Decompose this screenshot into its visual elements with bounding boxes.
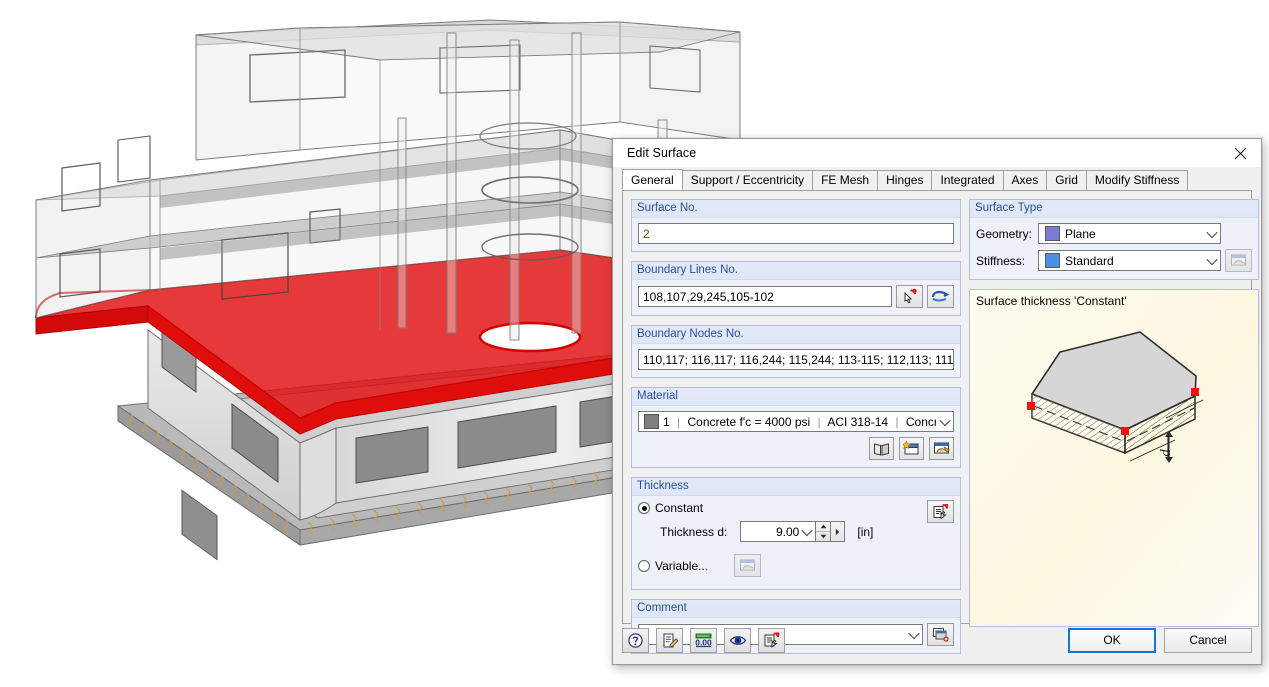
dialog-title: Edit Surface bbox=[627, 146, 696, 160]
spin-up-icon[interactable] bbox=[816, 522, 830, 532]
group-material: Material 1 | Concrete f'c = 4000 psi | A… bbox=[631, 387, 961, 468]
help-icon[interactable] bbox=[622, 628, 649, 653]
group-boundary-lines: Boundary Lines No. 108,107,29,245,105-10… bbox=[631, 261, 961, 316]
close-icon[interactable] bbox=[1219, 140, 1261, 167]
thickness-spin-buttons[interactable] bbox=[816, 521, 831, 542]
geometry-chevron-down-icon[interactable] bbox=[1203, 224, 1220, 243]
thickness-variable-radio[interactable]: Variable... bbox=[638, 559, 708, 573]
material-category: Concrete, Nor bbox=[906, 415, 936, 429]
tab-grid[interactable]: Grid bbox=[1046, 170, 1087, 190]
material-separator-1: | bbox=[673, 415, 684, 429]
thickness-d-label: Thickness d: bbox=[660, 525, 727, 539]
material-combo-value: 1 | Concrete f'c = 4000 psi | ACI 318-14… bbox=[663, 415, 936, 429]
tab-general[interactable]: General bbox=[622, 169, 683, 190]
dimension-label-d: d bbox=[1158, 449, 1174, 457]
edit-stiffness-icon[interactable] bbox=[1225, 249, 1252, 272]
tab-modify-stiffness[interactable]: Modify Stiffness bbox=[1086, 170, 1188, 190]
tab-axes[interactable]: Axes bbox=[1003, 170, 1048, 190]
edit-surface-dialog: Edit Surface General Support / Eccentric… bbox=[612, 138, 1262, 665]
tab-page-general: Surface No. 2 Boundary Lines No. 108,107… bbox=[622, 191, 1252, 624]
general-right-column: Surface Type Geometry: Plane bbox=[961, 191, 1267, 623]
thickness-constant-radio[interactable]: Constant bbox=[638, 501, 954, 515]
stiffness-label: Stiffness: bbox=[976, 254, 1038, 268]
thickness-info-icon[interactable] bbox=[927, 500, 954, 523]
tab-integrated[interactable]: Integrated bbox=[931, 170, 1003, 190]
edit-material-icon[interactable] bbox=[929, 437, 954, 460]
thickness-d-input[interactable]: 9.00 bbox=[740, 521, 816, 542]
thickness-d-value: 9.00 bbox=[745, 525, 799, 539]
thickness-preview-panel: Surface thickness 'Constant' bbox=[969, 289, 1259, 627]
cancel-button[interactable]: Cancel bbox=[1164, 628, 1252, 653]
material-separator-2: | bbox=[814, 415, 825, 429]
geometry-color-swatch bbox=[1045, 226, 1060, 241]
footer-tool-buttons: 0.00 bbox=[622, 628, 785, 653]
dialog-footer: 0.00 bbox=[622, 624, 1252, 656]
geometry-label: Geometry: bbox=[976, 227, 1038, 241]
boundary-lines-input[interactable]: 108,107,29,245,105-102 bbox=[638, 286, 892, 307]
group-surface-no: Surface No. 2 bbox=[631, 199, 961, 252]
stiffness-row: Stiffness: Standard bbox=[976, 249, 1252, 272]
group-label-material: Material bbox=[632, 388, 960, 406]
group-label-boundary-nodes: Boundary Nodes No. bbox=[632, 326, 960, 344]
surface-no-input[interactable]: 2 bbox=[638, 223, 954, 244]
radio-constant-indicator bbox=[638, 502, 650, 514]
stiffness-color-swatch bbox=[1045, 253, 1060, 268]
group-label-comment: Comment bbox=[632, 600, 960, 618]
chevron-down-icon[interactable] bbox=[936, 412, 953, 431]
new-material-icon[interactable] bbox=[899, 437, 924, 460]
select-object-icon[interactable] bbox=[927, 285, 954, 308]
edit-variable-icon[interactable] bbox=[734, 554, 761, 577]
general-left-column: Surface No. 2 Boundary Lines No. 108,107… bbox=[623, 191, 961, 623]
stiffness-value: Standard bbox=[1065, 254, 1203, 268]
tab-fe-mesh[interactable]: FE Mesh bbox=[812, 170, 878, 190]
thickness-more-icon[interactable] bbox=[831, 521, 845, 542]
svg-text:0.00: 0.00 bbox=[695, 637, 712, 647]
tab-support-eccentricity[interactable]: Support / Eccentricity bbox=[682, 170, 813, 190]
stiffness-chevron-down-icon[interactable] bbox=[1203, 251, 1220, 270]
group-boundary-nodes: Boundary Nodes No. 110,117; 116,117; 116… bbox=[631, 325, 961, 378]
boundary-nodes-input[interactable]: 110,117; 116,117; 116,244; 115,244; 113-… bbox=[638, 349, 954, 370]
material-number: 1 bbox=[663, 415, 670, 429]
info-select-icon[interactable] bbox=[758, 628, 785, 653]
thickness-unit-label: [in] bbox=[857, 525, 873, 539]
slab-thickness-diagram: d bbox=[970, 290, 1258, 626]
dialog-body: General Support / Eccentricity FE Mesh H… bbox=[613, 167, 1261, 664]
dialog-titlebar: Edit Surface bbox=[613, 139, 1261, 167]
group-label-thickness: Thickness bbox=[632, 478, 960, 496]
tab-hinges[interactable]: Hinges bbox=[877, 170, 932, 190]
edit-note-icon[interactable] bbox=[656, 628, 683, 653]
thickness-chevron-down-icon[interactable] bbox=[799, 522, 814, 541]
ok-button[interactable]: OK bbox=[1068, 628, 1156, 653]
group-label-surface-no: Surface No. bbox=[632, 200, 960, 218]
material-separator-3: | bbox=[891, 415, 902, 429]
material-library-icon[interactable] bbox=[869, 437, 894, 460]
preview-title: Surface thickness 'Constant' bbox=[976, 294, 1127, 308]
group-label-boundary-lines: Boundary Lines No. bbox=[632, 262, 960, 280]
geometry-row: Geometry: Plane bbox=[976, 223, 1252, 244]
geometry-value: Plane bbox=[1065, 227, 1203, 241]
tab-strip: General Support / Eccentricity FE Mesh H… bbox=[622, 170, 1252, 191]
group-surface-type: Surface Type Geometry: Plane bbox=[969, 199, 1259, 280]
thickness-constant-label: Constant bbox=[655, 501, 703, 515]
material-combo[interactable]: 1 | Concrete f'c = 4000 psi | ACI 318-14… bbox=[638, 411, 954, 432]
material-standard: ACI 318-14 bbox=[827, 415, 888, 429]
thickness-variable-label: Variable... bbox=[655, 559, 708, 573]
view-eye-icon[interactable] bbox=[724, 628, 751, 653]
material-color-swatch bbox=[644, 414, 659, 429]
group-thickness: Thickness bbox=[631, 477, 961, 590]
stiffness-combo[interactable]: Standard bbox=[1038, 250, 1221, 271]
number-format-icon[interactable]: 0.00 bbox=[690, 628, 717, 653]
thickness-d-stepper[interactable]: 9.00 bbox=[740, 521, 845, 542]
material-name: Concrete f'c = 4000 psi bbox=[688, 415, 811, 429]
spin-down-icon[interactable] bbox=[816, 532, 830, 541]
geometry-combo[interactable]: Plane bbox=[1038, 223, 1221, 244]
pick-lines-icon[interactable] bbox=[896, 285, 923, 308]
group-label-surface-type: Surface Type bbox=[970, 200, 1258, 218]
radio-variable-indicator bbox=[638, 560, 650, 572]
